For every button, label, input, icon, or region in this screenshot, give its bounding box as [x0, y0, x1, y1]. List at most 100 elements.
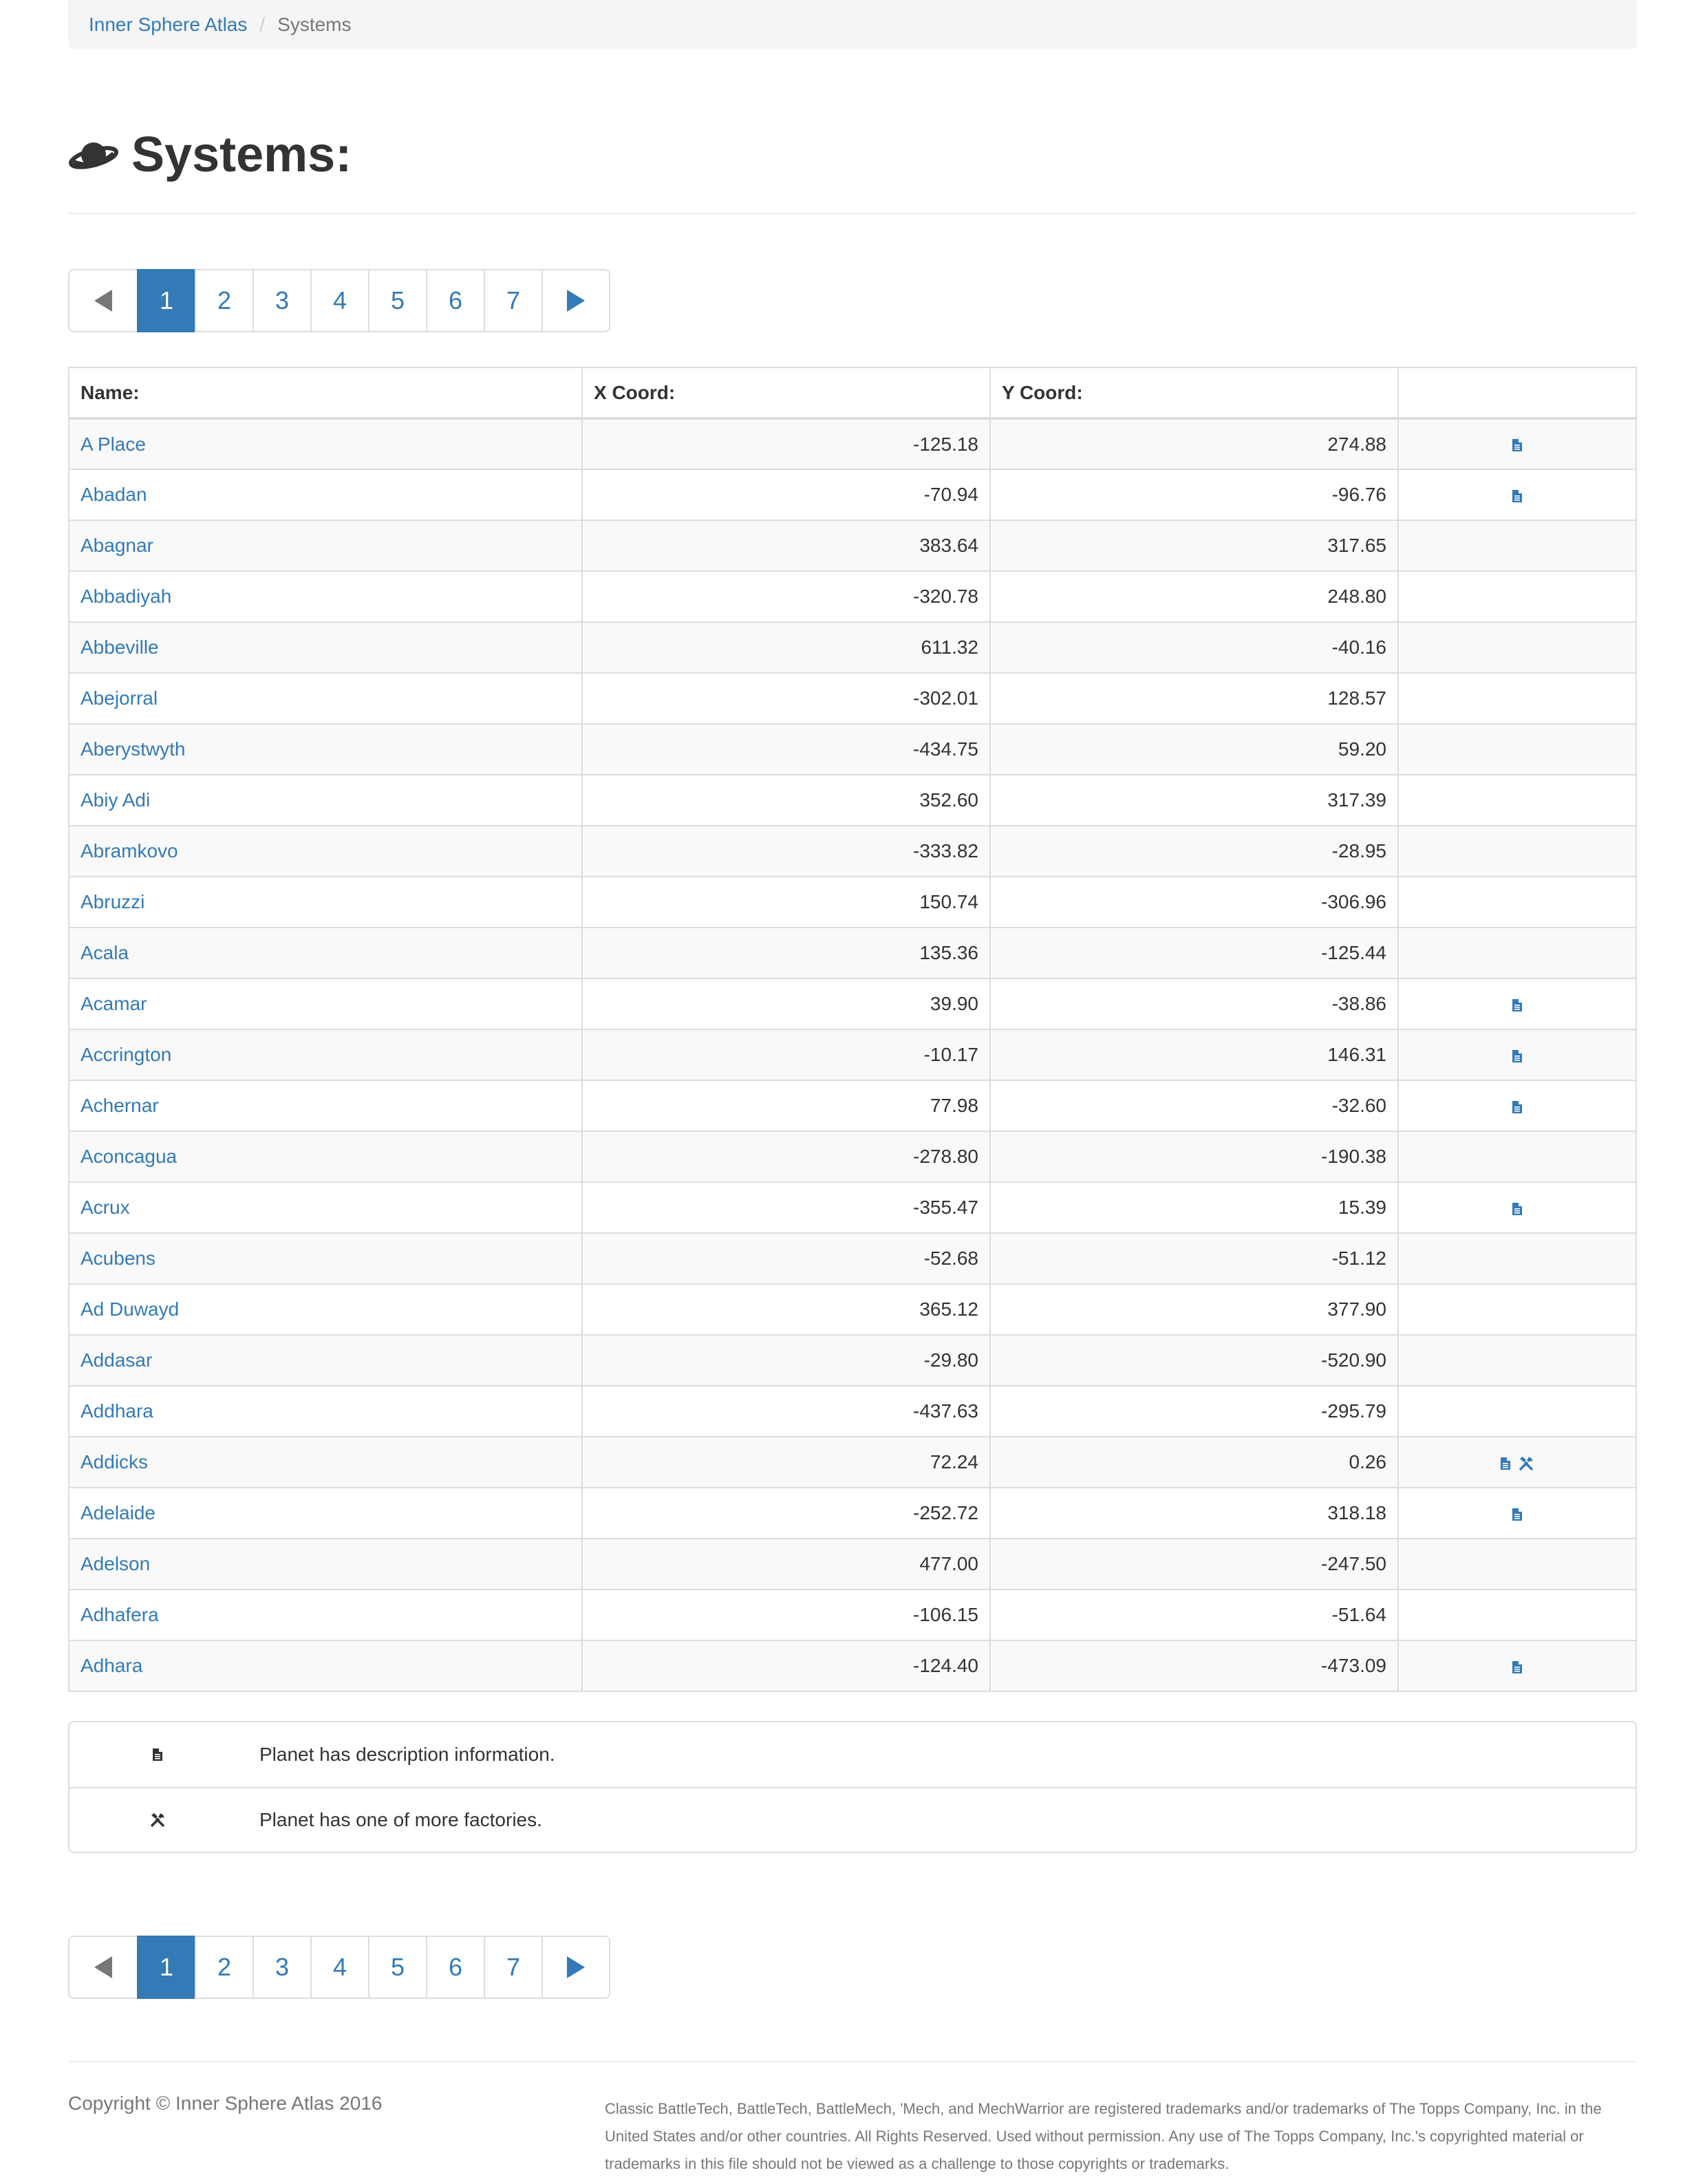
header-y-coord[interactable]: Y Coord:: [989, 367, 1399, 420]
system-link[interactable]: Abruzzi: [81, 891, 144, 912]
document-icon[interactable]: [1512, 489, 1523, 503]
document-icon[interactable]: [1500, 1457, 1511, 1470]
document-icon[interactable]: [1512, 1100, 1523, 1114]
table-row: Adelaide -252.72 318.18: [68, 1487, 1637, 1539]
system-link[interactable]: Addasar: [81, 1349, 152, 1371]
system-link[interactable]: Abejorral: [81, 687, 158, 709]
system-link[interactable]: Abagnar: [81, 535, 153, 556]
document-icon[interactable]: [1512, 1660, 1523, 1674]
system-link[interactable]: Ad Duwayd: [81, 1298, 179, 1320]
pagination-next-button[interactable]: [541, 269, 610, 332]
system-name-cell: Acrux: [68, 1181, 583, 1234]
y-coord-cell: -247.50: [989, 1538, 1399, 1590]
y-coord-cell: -473.09: [989, 1640, 1399, 1692]
info-icons-cell: [1397, 1487, 1637, 1539]
system-link[interactable]: Adelson: [81, 1553, 150, 1574]
pagination-page-7[interactable]: 7: [484, 269, 543, 332]
system-link[interactable]: Abbeville: [81, 636, 159, 658]
pagination-next-button[interactable]: [541, 1936, 610, 1999]
table-row: Abruzzi 150.74 -306.96: [68, 876, 1637, 928]
system-link[interactable]: Acrux: [81, 1197, 130, 1218]
system-name-cell: Adelson: [68, 1538, 583, 1590]
system-name-cell: A Place: [68, 418, 583, 470]
system-link[interactable]: Acamar: [81, 993, 147, 1014]
system-link[interactable]: Addhara: [81, 1400, 153, 1422]
table-row: Acubens -52.68 -51.12: [68, 1232, 1637, 1285]
system-link[interactable]: Adhafera: [81, 1604, 159, 1625]
pagination-page-4[interactable]: 4: [310, 269, 369, 332]
document-icon[interactable]: [1512, 1049, 1523, 1063]
system-name-cell: Addhara: [68, 1385, 583, 1437]
page-container: Inner Sphere Atlas / Systems Systems: 1 …: [68, 0, 1637, 2178]
system-link[interactable]: Abiy Adi: [81, 789, 150, 811]
system-name-cell: Acala: [68, 927, 583, 979]
pagination-page-1[interactable]: 1: [137, 1936, 196, 1999]
footer-copyright: Copyright © Inner Sphere Atlas 2016: [68, 2092, 383, 2114]
system-name-cell: Adhafera: [68, 1589, 583, 1641]
system-link[interactable]: Acubens: [81, 1248, 156, 1269]
pagination-page-2[interactable]: 2: [195, 1936, 254, 1999]
y-coord-cell: 317.65: [989, 520, 1399, 572]
breadcrumb-separator: /: [259, 13, 266, 35]
system-link[interactable]: Acala: [81, 942, 129, 963]
system-name-cell: Abagnar: [68, 520, 583, 572]
header-name[interactable]: Name:: [68, 367, 583, 420]
info-icons-cell: [1397, 1181, 1637, 1234]
table-row: Acamar 39.90 -38.86: [68, 978, 1637, 1030]
pagination-page-6[interactable]: 6: [426, 269, 485, 332]
system-link[interactable]: Abbadiyah: [81, 586, 171, 607]
pagination-page-5[interactable]: 5: [368, 269, 427, 332]
pagination-page-5[interactable]: 5: [368, 1936, 427, 1999]
document-icon[interactable]: [1512, 998, 1523, 1012]
y-coord-cell: -32.60: [989, 1080, 1399, 1132]
document-icon[interactable]: [1512, 438, 1523, 452]
system-link[interactable]: Abramkovo: [81, 840, 178, 861]
system-link[interactable]: Aberystwyth: [81, 738, 186, 760]
system-link[interactable]: Addicks: [81, 1451, 148, 1473]
system-link[interactable]: Aconcagua: [81, 1146, 177, 1167]
table-row: Aconcagua -278.80 -190.38: [68, 1131, 1637, 1183]
pagination-prev-button[interactable]: [68, 269, 138, 332]
info-icons-cell: [1397, 1232, 1637, 1285]
info-icons-cell: [1397, 1080, 1637, 1132]
pagination-page-1[interactable]: 1: [137, 269, 196, 332]
pagination-page-3[interactable]: 3: [253, 269, 312, 332]
system-name-cell: Abadan: [68, 469, 583, 521]
breadcrumb: Inner Sphere Atlas / Systems: [68, 0, 1637, 49]
x-coord-cell: 352.60: [581, 774, 991, 826]
table-row: Abadan -70.94 -96.76: [68, 469, 1637, 521]
x-coord-cell: -125.18: [581, 418, 991, 470]
system-link[interactable]: Adhara: [81, 1655, 142, 1676]
table-row: Adhafera -106.15 -51.64: [68, 1589, 1637, 1641]
pagination-page-6[interactable]: 6: [426, 1936, 485, 1999]
tools-icon: [150, 1813, 165, 1828]
table-row: Abiy Adi 352.60 317.39: [68, 774, 1637, 826]
pagination-page-4[interactable]: 4: [310, 1936, 369, 1999]
y-coord-cell: 377.90: [989, 1283, 1399, 1336]
document-icon[interactable]: [1512, 1508, 1523, 1521]
pagination-prev-button[interactable]: [68, 1936, 138, 1999]
legend-row-description: Planet has description information.: [69, 1722, 1636, 1787]
breadcrumb-home-link[interactable]: Inner Sphere Atlas: [89, 14, 247, 36]
x-coord-cell: 365.12: [581, 1283, 991, 1336]
info-icons-cell: [1397, 978, 1637, 1030]
document-icon[interactable]: [1512, 1202, 1523, 1216]
y-coord-cell: 0.26: [989, 1436, 1399, 1488]
info-icons-cell: [1397, 1131, 1637, 1183]
pagination-page-3[interactable]: 3: [253, 1936, 312, 1999]
system-link[interactable]: A Place: [81, 433, 146, 455]
y-coord-cell: -96.76: [989, 469, 1399, 521]
y-coord-cell: 317.39: [989, 774, 1399, 826]
info-icons-cell: [1397, 825, 1637, 877]
tools-icon[interactable]: [1518, 1455, 1534, 1472]
header-x-coord[interactable]: X Coord:: [581, 367, 991, 420]
system-link[interactable]: Achernar: [81, 1095, 159, 1116]
system-link[interactable]: Accrington: [81, 1044, 171, 1065]
x-coord-cell: -124.40: [581, 1640, 991, 1692]
system-link[interactable]: Adelaide: [81, 1502, 156, 1523]
system-name-cell: Acamar: [68, 978, 583, 1030]
pagination-page-2[interactable]: 2: [195, 269, 254, 332]
system-link[interactable]: Abadan: [81, 484, 147, 505]
pagination-page-7[interactable]: 7: [484, 1936, 543, 1999]
triangle-left-icon: [94, 1956, 112, 1978]
